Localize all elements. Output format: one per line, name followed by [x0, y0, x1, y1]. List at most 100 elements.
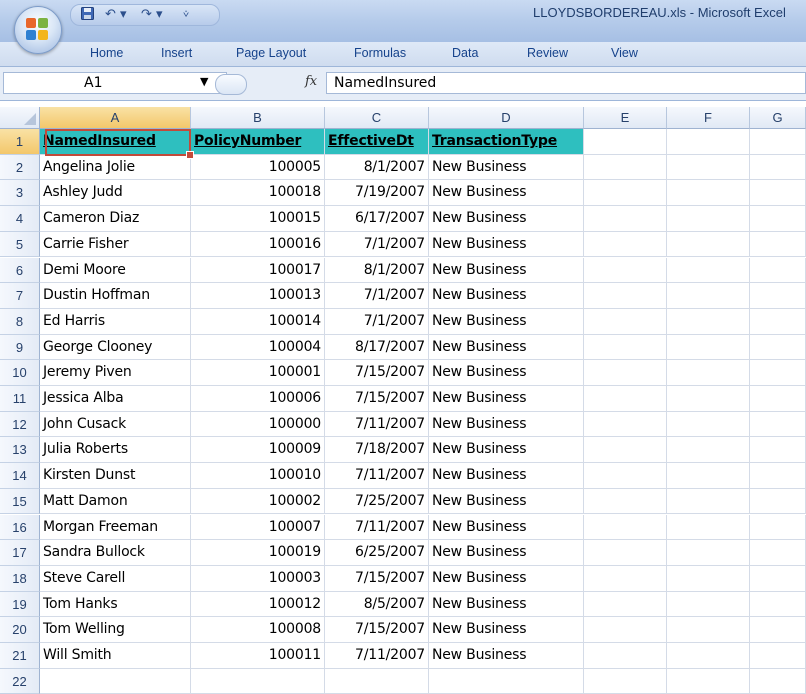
cell-f21[interactable]	[667, 643, 750, 669]
cell-g4[interactable]	[750, 206, 806, 232]
cell-b22[interactable]	[191, 668, 325, 694]
cell-f14[interactable]	[667, 463, 750, 489]
tab-review[interactable]: Review	[527, 46, 568, 60]
column-header-e[interactable]: E	[584, 107, 667, 129]
row-header-1[interactable]: 1	[0, 129, 40, 155]
cell-f16[interactable]	[667, 514, 750, 541]
row-header-22[interactable]: 22	[0, 668, 40, 694]
cell-b6[interactable]: 100017	[191, 257, 325, 284]
undo-button[interactable]: ↶ ▾	[105, 6, 127, 24]
cell-g9[interactable]	[750, 334, 806, 361]
row-header-8[interactable]: 8	[0, 308, 40, 335]
row-header-13[interactable]: 13	[0, 437, 40, 464]
cell-a7[interactable]: Dustin Hoffman	[40, 283, 191, 309]
cell-e19[interactable]	[584, 591, 667, 618]
cell-g19[interactable]	[750, 591, 806, 618]
cell-e2[interactable]	[584, 154, 667, 181]
cell-g13[interactable]	[750, 437, 806, 464]
cell-c3[interactable]: 7/19/2007	[325, 180, 429, 207]
cell-e3[interactable]	[584, 180, 667, 207]
cell-d19[interactable]: New Business	[429, 591, 584, 618]
cell-g5[interactable]	[750, 231, 806, 258]
cell-b3[interactable]: 100018	[191, 180, 325, 207]
cell-f20[interactable]	[667, 617, 750, 643]
column-header-a[interactable]: A	[40, 107, 191, 129]
cell-f15[interactable]	[667, 488, 750, 515]
cell-c18[interactable]: 7/15/2007	[325, 565, 429, 592]
cell-e10[interactable]	[584, 360, 667, 386]
cell-f2[interactable]	[667, 154, 750, 181]
cell-e9[interactable]	[584, 334, 667, 361]
cell-d22[interactable]	[429, 668, 584, 694]
cell-c4[interactable]: 6/17/2007	[325, 206, 429, 232]
cell-c16[interactable]: 7/11/2007	[325, 514, 429, 541]
cell-d7[interactable]: New Business	[429, 283, 584, 309]
row-header-18[interactable]: 18	[0, 565, 40, 592]
cell-f22[interactable]	[667, 668, 750, 694]
cell-a21[interactable]: Will Smith	[40, 643, 191, 669]
cell-e14[interactable]	[584, 463, 667, 489]
cell-c17[interactable]: 6/25/2007	[325, 540, 429, 566]
cell-d6[interactable]: New Business	[429, 257, 584, 284]
header-cell-b[interactable]: PolicyNumber	[191, 129, 325, 155]
cell-g12[interactable]	[750, 411, 806, 438]
header-cell-f[interactable]	[667, 129, 750, 155]
cell-c7[interactable]: 7/1/2007	[325, 283, 429, 309]
tab-insert[interactable]: Insert	[161, 46, 192, 60]
cell-b16[interactable]: 100007	[191, 514, 325, 541]
select-all-button[interactable]	[0, 107, 40, 129]
cell-a3[interactable]: Ashley Judd	[40, 180, 191, 207]
cell-f6[interactable]	[667, 257, 750, 284]
cell-f13[interactable]	[667, 437, 750, 464]
cell-g16[interactable]	[750, 514, 806, 541]
insert-function-icon[interactable]: fx	[305, 74, 317, 89]
cell-b19[interactable]: 100012	[191, 591, 325, 618]
cell-e6[interactable]	[584, 257, 667, 284]
cell-d17[interactable]: New Business	[429, 540, 584, 566]
cell-c5[interactable]: 7/1/2007	[325, 231, 429, 258]
cell-b21[interactable]: 100011	[191, 643, 325, 669]
cell-d4[interactable]: New Business	[429, 206, 584, 232]
cell-b8[interactable]: 100014	[191, 308, 325, 335]
cell-f19[interactable]	[667, 591, 750, 618]
cell-b14[interactable]: 100010	[191, 463, 325, 489]
cell-g8[interactable]	[750, 308, 806, 335]
cell-e16[interactable]	[584, 514, 667, 541]
cell-d16[interactable]: New Business	[429, 514, 584, 541]
cell-g20[interactable]	[750, 617, 806, 643]
office-button[interactable]	[14, 6, 62, 54]
cell-a15[interactable]: Matt Damon	[40, 488, 191, 515]
cell-f18[interactable]	[667, 565, 750, 592]
cell-g3[interactable]	[750, 180, 806, 207]
cell-b20[interactable]: 100008	[191, 617, 325, 643]
cell-a2[interactable]: Angelina Jolie	[40, 154, 191, 181]
row-header-9[interactable]: 9	[0, 334, 40, 361]
column-header-g[interactable]: G	[750, 107, 806, 129]
cell-c9[interactable]: 8/17/2007	[325, 334, 429, 361]
row-header-20[interactable]: 20	[0, 617, 40, 643]
cell-b13[interactable]: 100009	[191, 437, 325, 464]
cell-c22[interactable]	[325, 668, 429, 694]
cell-a10[interactable]: Jeremy Piven	[40, 360, 191, 386]
cell-b9[interactable]: 100004	[191, 334, 325, 361]
cell-g18[interactable]	[750, 565, 806, 592]
row-header-10[interactable]: 10	[0, 360, 40, 386]
cell-e17[interactable]	[584, 540, 667, 566]
cell-a16[interactable]: Morgan Freeman	[40, 514, 191, 541]
cell-e18[interactable]	[584, 565, 667, 592]
redo-button[interactable]: ↷ ▾	[141, 6, 163, 24]
cell-b15[interactable]: 100002	[191, 488, 325, 515]
column-header-f[interactable]: F	[667, 107, 750, 129]
cell-c15[interactable]: 7/25/2007	[325, 488, 429, 515]
tab-formulas[interactable]: Formulas	[354, 46, 406, 60]
cell-a4[interactable]: Cameron Diaz	[40, 206, 191, 232]
cell-f17[interactable]	[667, 540, 750, 566]
cell-f7[interactable]	[667, 283, 750, 309]
cell-d18[interactable]: New Business	[429, 565, 584, 592]
cell-d14[interactable]: New Business	[429, 463, 584, 489]
formula-input[interactable]: NamedInsured	[326, 72, 806, 94]
cell-a22[interactable]	[40, 668, 191, 694]
cell-e11[interactable]	[584, 386, 667, 412]
column-header-c[interactable]: C	[325, 107, 429, 129]
cell-b11[interactable]: 100006	[191, 386, 325, 412]
